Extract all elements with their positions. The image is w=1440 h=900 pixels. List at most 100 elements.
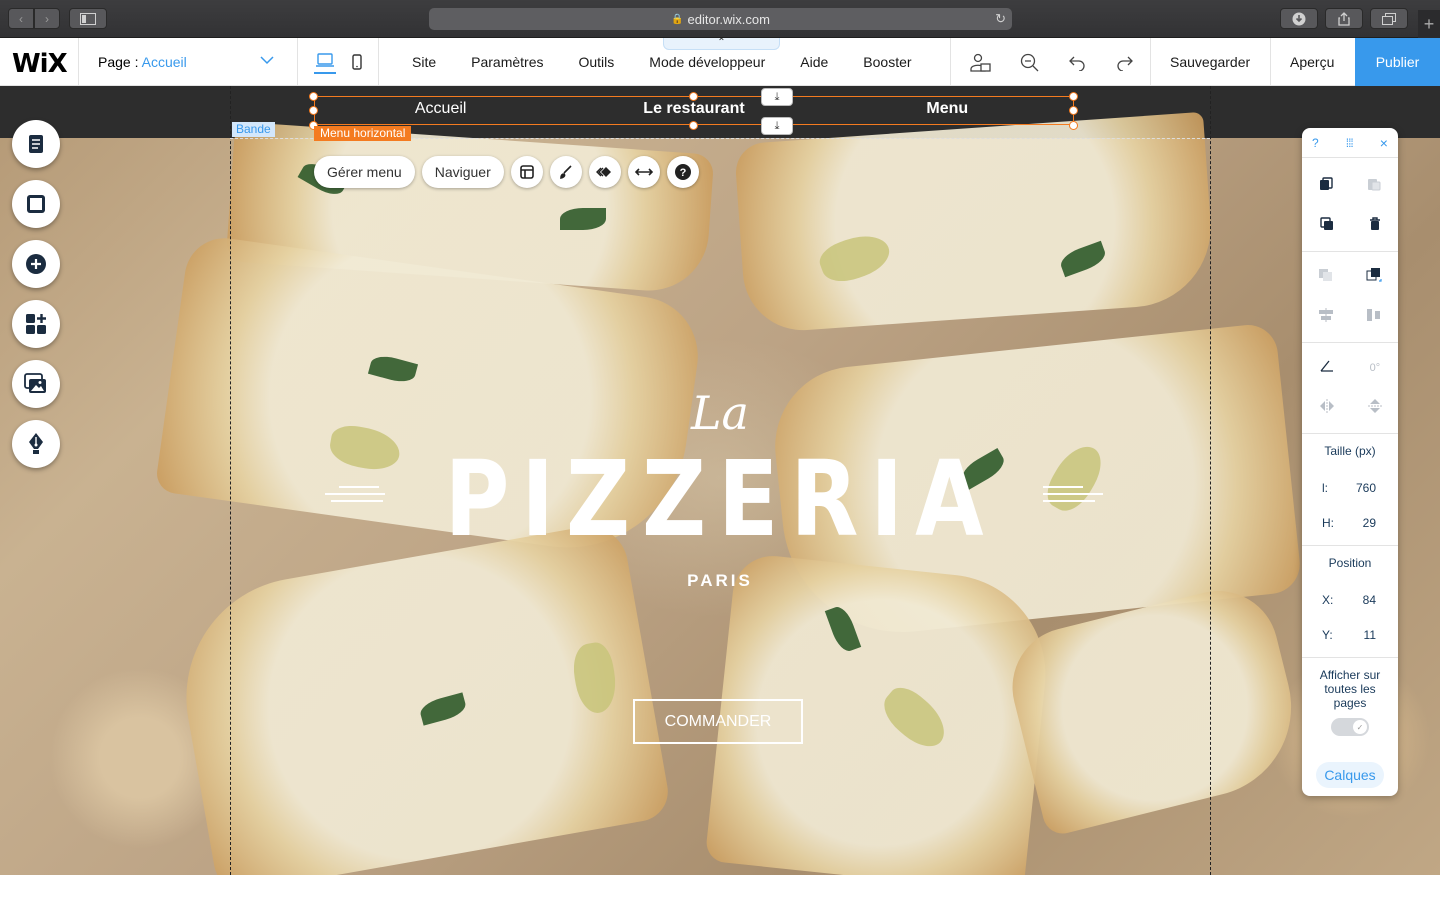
- flip-vertical-icon[interactable]: [1367, 398, 1382, 419]
- check-icon: ✓: [1353, 720, 1367, 734]
- lock-icon: 🔒: [671, 13, 684, 25]
- stretch-icon[interactable]: [627, 156, 660, 188]
- send-backward-icon[interactable]: [1318, 268, 1334, 287]
- close-icon[interactable]: ×: [1380, 135, 1388, 151]
- preview-button[interactable]: Aperçu: [1290, 54, 1334, 70]
- menu-type-tag: Menu horizontal: [314, 126, 412, 141]
- hero-script-text[interactable]: La: [0, 386, 1440, 440]
- distribute-icon[interactable]: [1366, 308, 1382, 327]
- rotate-icon[interactable]: [1320, 359, 1334, 377]
- divider: [1302, 251, 1398, 252]
- help-icon[interactable]: ?: [666, 156, 699, 188]
- height-field[interactable]: H: 29: [1302, 505, 1398, 540]
- copy-icon[interactable]: [1319, 176, 1333, 196]
- sidebar-icon[interactable]: [69, 8, 107, 29]
- x-field[interactable]: X: 84: [1302, 582, 1398, 617]
- forward-icon[interactable]: ›: [34, 8, 60, 29]
- reload-icon[interactable]: ↻: [995, 11, 1006, 27]
- resize-handle[interactable]: [1069, 121, 1078, 130]
- align-row: [1302, 297, 1398, 337]
- delete-icon[interactable]: [1369, 216, 1381, 236]
- width-field[interactable]: l: 760: [1302, 470, 1398, 505]
- menu-item-home[interactable]: Accueil: [314, 100, 567, 118]
- editor-canvas[interactable]: Bande Accueil Le restaurant Menu ⤓ ⤓ Men…: [0, 86, 1440, 875]
- desktop-view-icon[interactable]: [314, 50, 336, 74]
- width-value[interactable]: 760: [1356, 481, 1376, 495]
- drag-handle-icon[interactable]: ⁞⁞⁞: [1346, 136, 1354, 150]
- wix-logo[interactable]: WiX: [12, 49, 68, 79]
- add-apps-icon[interactable]: [12, 300, 60, 348]
- design-brush-icon[interactable]: [549, 156, 582, 188]
- resize-handle[interactable]: [1069, 106, 1078, 115]
- menu-dev-mode[interactable]: Mode développeur: [649, 54, 765, 70]
- flip-horizontal-icon[interactable]: [1319, 398, 1335, 418]
- hero-subtitle[interactable]: PARIS: [0, 571, 1440, 591]
- resize-handle[interactable]: [1069, 92, 1078, 101]
- paste-icon[interactable]: [1367, 177, 1381, 196]
- manage-menu-button[interactable]: Gérer menu: [314, 156, 415, 188]
- rotation-value[interactable]: 0°: [1370, 362, 1381, 374]
- chevron-down-icon[interactable]: [260, 52, 274, 68]
- resize-handle[interactable]: [689, 92, 698, 101]
- y-value[interactable]: 11: [1364, 628, 1376, 642]
- redo-icon[interactable]: [1114, 52, 1136, 74]
- layers-button[interactable]: Calques: [1316, 762, 1384, 788]
- back-icon[interactable]: ‹: [8, 8, 34, 29]
- hero-title[interactable]: PIZZERIA: [108, 444, 1332, 554]
- duplicate-icon[interactable]: [1319, 216, 1334, 236]
- menu-site[interactable]: Site: [412, 54, 436, 70]
- mobile-view-icon[interactable]: [346, 50, 368, 74]
- add-element-icon[interactable]: [12, 240, 60, 288]
- divider: [950, 38, 951, 86]
- address-bar[interactable]: 🔒 editor.wix.com ↻: [429, 8, 1012, 30]
- zoom-out-icon[interactable]: [1019, 52, 1041, 74]
- page-selector[interactable]: Page : Accueil: [98, 54, 187, 70]
- stretch-down-icon[interactable]: ⤓: [761, 117, 793, 135]
- menu-settings[interactable]: Paramètres: [471, 54, 543, 70]
- width-label: l:: [1322, 480, 1328, 495]
- plus-icon[interactable]: +: [1418, 10, 1440, 38]
- resize-handle[interactable]: [309, 106, 318, 115]
- align-center-icon[interactable]: [1318, 307, 1334, 327]
- resize-handle[interactable]: [689, 121, 698, 130]
- collapse-toolbar-tab[interactable]: ⌃: [663, 38, 780, 50]
- blog-pen-icon[interactable]: [12, 420, 60, 468]
- navigate-button[interactable]: Naviguer: [421, 156, 504, 188]
- y-field[interactable]: Y: 11: [1302, 617, 1398, 652]
- accessibility-icon[interactable]: [970, 52, 992, 74]
- browser-toolbar: ‹ › 🔒 editor.wix.com ↻ +: [0, 0, 1440, 38]
- bring-forward-icon[interactable]: [1366, 267, 1382, 288]
- menu-item-menu[interactable]: Menu: [821, 100, 1074, 118]
- page-value: Accueil: [141, 54, 187, 70]
- layout-icon[interactable]: [510, 156, 543, 188]
- x-label: X:: [1322, 592, 1334, 607]
- decorative-lines-right: [1043, 486, 1103, 507]
- download-icon[interactable]: [1280, 8, 1318, 29]
- canvas-bottom-area: [0, 875, 1440, 900]
- horizontal-menu[interactable]: Accueil Le restaurant Menu: [314, 100, 1074, 118]
- rotate-row: 0°: [1302, 348, 1398, 388]
- divider: [1270, 38, 1271, 86]
- save-button[interactable]: Sauvegarder: [1170, 54, 1250, 70]
- animation-icon[interactable]: [588, 156, 621, 188]
- order-button[interactable]: COMMANDER: [633, 699, 803, 744]
- menu-booster[interactable]: Booster: [863, 54, 911, 70]
- share-icon[interactable]: [1325, 8, 1363, 29]
- height-value[interactable]: 29: [1363, 516, 1376, 530]
- undo-icon[interactable]: [1066, 52, 1088, 74]
- decorative-lines-left: [325, 486, 385, 507]
- help-icon[interactable]: ?: [1312, 136, 1319, 150]
- resize-handle[interactable]: [309, 92, 318, 101]
- panel-header: ? ⁞⁞⁞ ×: [1302, 128, 1398, 158]
- publish-button[interactable]: Publier: [1355, 38, 1440, 86]
- stretch-up-icon[interactable]: ⤓: [761, 88, 793, 106]
- background-icon[interactable]: [12, 180, 60, 228]
- menu-help[interactable]: Aide: [800, 54, 828, 70]
- tabs-icon[interactable]: [1370, 8, 1408, 29]
- media-icon[interactable]: [12, 360, 60, 408]
- x-value[interactable]: 84: [1363, 593, 1376, 607]
- pages-menu-icon[interactable]: [12, 120, 60, 168]
- menu-tools[interactable]: Outils: [578, 54, 614, 70]
- show-all-pages-toggle[interactable]: ✓: [1331, 718, 1369, 736]
- divider: [78, 38, 79, 86]
